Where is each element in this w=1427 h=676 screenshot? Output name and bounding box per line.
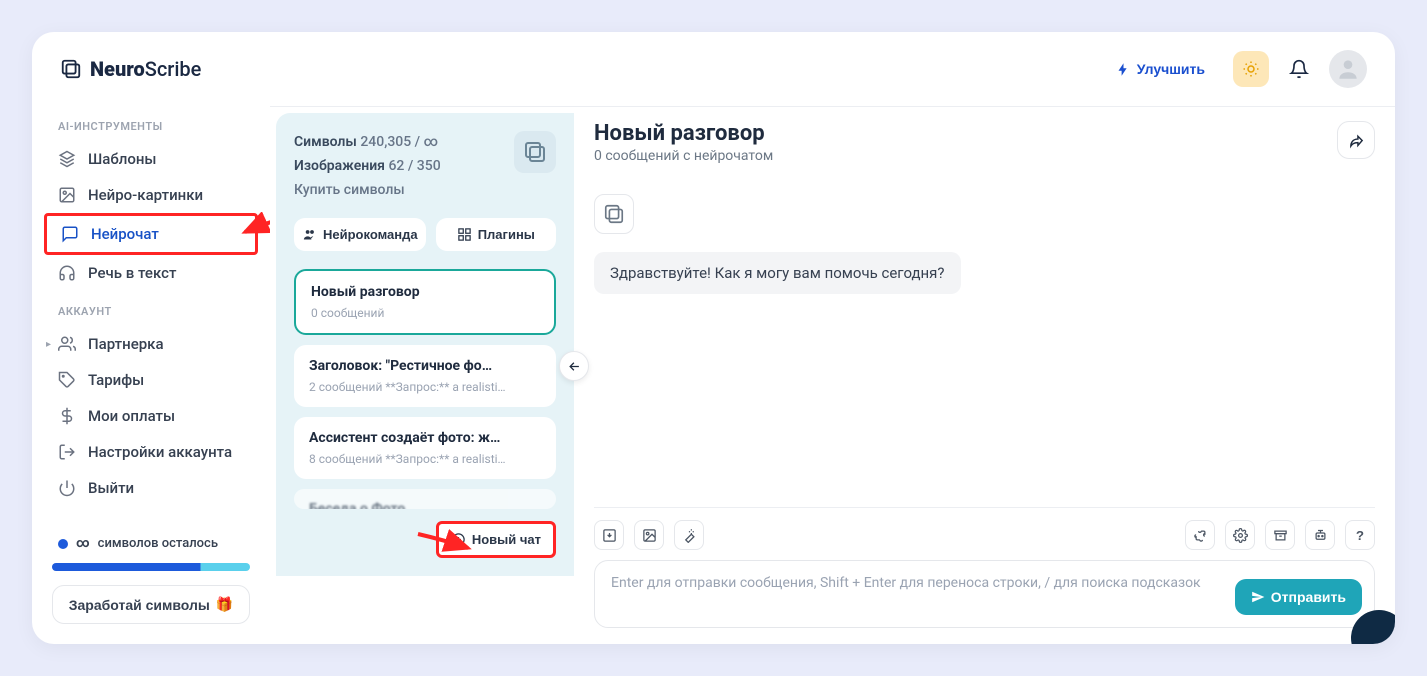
sidebar-item-affiliate[interactable]: ▸ Партнерка: [44, 326, 258, 362]
upgrade-button[interactable]: Улучшить: [1100, 52, 1221, 86]
arrow-left-icon: [567, 359, 582, 374]
sidebar-item-neuroimages[interactable]: Нейро-картинки: [44, 177, 258, 213]
tool-box[interactable]: [1265, 520, 1295, 550]
chat-main: Новый разговор 0 сообщений с нейрочатом …: [574, 107, 1395, 644]
input-area: ? Отправить: [594, 507, 1375, 628]
sidebar-item-speech[interactable]: Речь в текст: [44, 255, 258, 291]
tool-image[interactable]: [634, 520, 664, 550]
notifications-button[interactable]: [1281, 51, 1317, 87]
tool-help[interactable]: ?: [1345, 520, 1375, 550]
chat-item-1[interactable]: Заголовок: "Рестичное фо… 2 сообщений **…: [294, 345, 556, 407]
team-icon: [302, 227, 317, 242]
puzzle-icon: [1193, 528, 1208, 543]
sidebar-item-templates[interactable]: Шаблоны: [44, 141, 258, 177]
chat-input[interactable]: [611, 573, 1223, 615]
share-icon: [1348, 132, 1365, 149]
dollar-icon: [58, 407, 76, 425]
plus-circle-icon: [451, 532, 466, 547]
question-icon: ?: [1356, 528, 1364, 543]
messages: Здравствуйте! Как я могу вам помочь сего…: [594, 178, 1375, 507]
body: AI-ИНСТРУМЕНТЫ Шаблоны Нейро-картинки Не…: [32, 106, 1395, 644]
chat-item-2[interactable]: Ассистент создаёт фото: ж… 8 сообщений *…: [294, 417, 556, 479]
tool-bot[interactable]: [1305, 520, 1335, 550]
sidebar-item-tariffs[interactable]: Тарифы: [44, 362, 258, 398]
bell-icon: [1289, 59, 1309, 79]
logout-icon: [58, 443, 76, 461]
image-icon: [642, 528, 657, 543]
sidebar-item-payments[interactable]: Мои оплаты: [44, 398, 258, 434]
new-chat-button[interactable]: Новый чат: [436, 521, 556, 558]
symbols-remaining: ∞ символов осталось: [52, 528, 250, 559]
bot-avatar: [594, 194, 634, 234]
sidebar-item-neurochat[interactable]: Нейрочат: [44, 213, 258, 255]
layers-icon: [58, 150, 76, 168]
wand-icon: [682, 528, 697, 543]
usage-progress: [52, 563, 250, 571]
avatar[interactable]: [1329, 50, 1367, 88]
gear-icon: [1233, 528, 1248, 543]
tag-icon: [58, 371, 76, 389]
chat-header: Новый разговор 0 сообщений с нейрочатом: [594, 121, 1375, 178]
input-row: Отправить: [594, 560, 1375, 628]
earn-symbols-button[interactable]: Заработай символы 🎁: [52, 585, 250, 624]
stats: Символы 240,305 / ∞ Изображения 62 / 350…: [294, 131, 441, 202]
chat-title: Новый разговор: [594, 121, 773, 146]
users-icon: [58, 335, 76, 353]
grid-icon: [457, 227, 472, 242]
logo[interactable]: NeuroScribe: [60, 57, 201, 81]
download-icon: [602, 528, 617, 543]
chat-items: Новый разговор 0 сообщений Заголовок: "Р…: [294, 269, 556, 509]
buy-symbols-link[interactable]: Купить символы: [294, 179, 441, 203]
collapse-panel-button[interactable]: [559, 351, 589, 381]
chat-item-0[interactable]: Новый разговор 0 сообщений: [294, 269, 556, 335]
header-actions: Улучшить: [1100, 50, 1367, 88]
tool-settings[interactable]: [1225, 520, 1255, 550]
sidebar-bottom: ∞ символов осталось Заработай символы 🎁: [44, 528, 258, 624]
sun-icon: [1242, 60, 1260, 78]
tool-magic[interactable]: [674, 520, 704, 550]
power-icon: [58, 479, 76, 497]
theme-toggle[interactable]: [1233, 51, 1269, 87]
archive-icon: [1273, 528, 1288, 543]
send-button[interactable]: Отправить: [1235, 579, 1362, 615]
headphones-icon: [58, 264, 76, 282]
gift-icon: 🎁: [216, 596, 233, 613]
sidebar-section-tools: AI-ИНСТРУМЕНТЫ: [44, 106, 258, 141]
tabs: Нейрокоманда Плагины: [294, 218, 556, 251]
chat-subtitle: 0 сообщений с нейрочатом: [594, 148, 773, 164]
stats-row: Символы 240,305 / ∞ Изображения 62 / 350…: [294, 131, 556, 202]
share-button[interactable]: [1337, 121, 1375, 159]
tab-plugins[interactable]: Плагины: [436, 218, 556, 251]
logo-text: NeuroScribe: [90, 57, 201, 81]
greeting-message: Здравствуйте! Как я могу вам помочь сего…: [594, 252, 961, 294]
sidebar-item-settings[interactable]: Настройки аккаунта: [44, 434, 258, 470]
main: Символы 240,305 / ∞ Изображения 62 / 350…: [270, 106, 1395, 644]
tool-download[interactable]: [594, 520, 624, 550]
input-toolbar: ?: [594, 520, 1375, 550]
robot-icon: [1313, 528, 1328, 543]
chevron-right-icon: ▸: [46, 339, 51, 350]
logo-icon: [60, 58, 82, 80]
sidebar: AI-ИНСТРУМЕНТЫ Шаблоны Нейро-картинки Не…: [32, 106, 270, 644]
chat-list-panel: Символы 240,305 / ∞ Изображения 62 / 350…: [276, 113, 574, 576]
chat-icon: [61, 225, 79, 243]
app-container: NeuroScribe Улучшить AI-ИНСТРУМЕНТЫ Шабл…: [32, 32, 1395, 644]
header: NeuroScribe Улучшить: [32, 32, 1395, 106]
sidebar-section-account: АККАУНТ: [44, 291, 258, 326]
tab-neuroteam[interactable]: Нейрокоманда: [294, 218, 426, 251]
send-icon: [1251, 590, 1265, 604]
image-icon: [58, 186, 76, 204]
status-dot: [58, 539, 68, 549]
chat-item-3[interactable]: Беседа о Фото…: [294, 489, 556, 509]
stats-icon: [514, 131, 556, 173]
rocket-icon: [1116, 62, 1131, 77]
sidebar-item-logout[interactable]: Выйти: [44, 470, 258, 506]
tool-plugin[interactable]: [1185, 520, 1215, 550]
